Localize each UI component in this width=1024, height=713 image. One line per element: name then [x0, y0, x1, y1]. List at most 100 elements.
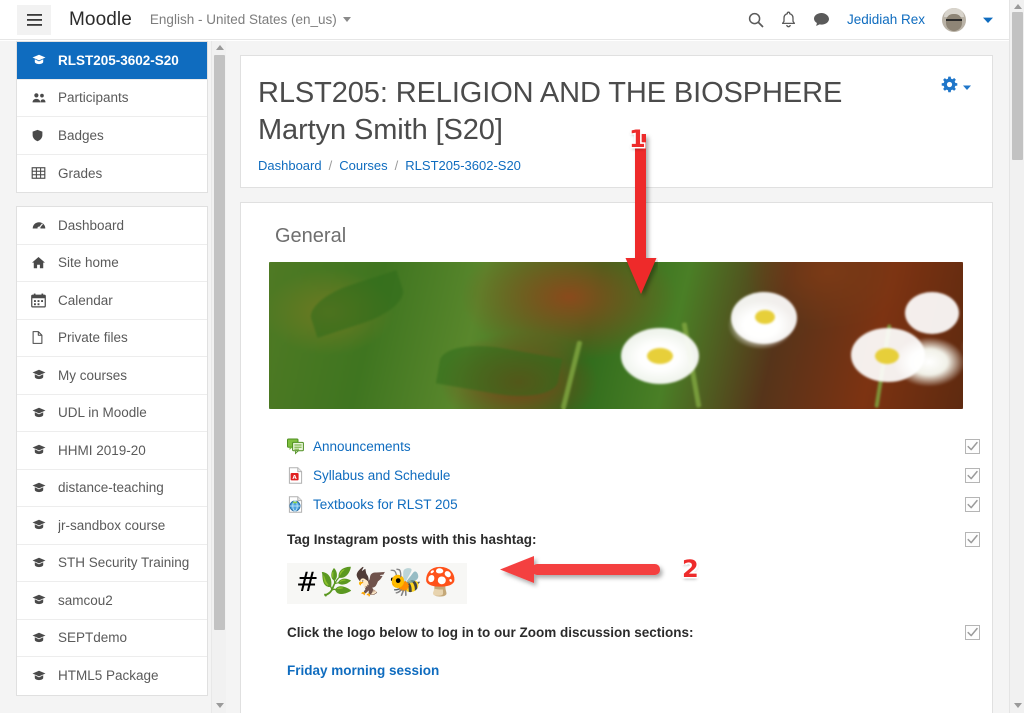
- sidebar-item-jr-sandbox-course[interactable]: jr-sandbox course: [17, 507, 207, 545]
- page-title: RLST205: RELIGION AND THE BIOSPHERE Mart…: [258, 77, 843, 146]
- language-selector[interactable]: English - United States (en_us): [150, 12, 351, 27]
- zoom-session-row: Friday morning session: [269, 656, 970, 685]
- activity-link-syllabus-and-schedule[interactable]: Syllabus and Schedule: [313, 468, 450, 483]
- page-scrollbar-thumb[interactable]: [1012, 12, 1023, 160]
- sidebar-item-calendar[interactable]: Calendar: [17, 282, 207, 320]
- calendar-icon: [31, 293, 49, 308]
- page-scrollbar[interactable]: [1009, 0, 1024, 713]
- activity-row-textbooks-for-rlst-205: Textbooks for RLST 205: [269, 490, 980, 519]
- sidebar-item-label: My courses: [58, 367, 128, 383]
- graduation-cap-icon: [31, 481, 49, 495]
- user-name-link[interactable]: Jedidiah Rex: [847, 12, 925, 27]
- sidebar-item-label: Private files: [58, 330, 128, 346]
- scroll-up-arrow-icon[interactable]: [216, 45, 224, 50]
- completion-checkbox[interactable]: [965, 497, 980, 512]
- chevron-down-icon: [342, 17, 351, 22]
- graduation-cap-icon: [31, 556, 49, 570]
- sidebar-scrollbar-thumb[interactable]: [214, 55, 225, 630]
- completion-checkbox[interactable]: [965, 532, 980, 547]
- sidebar-scrollbar[interactable]: [211, 41, 226, 713]
- breadcrumb-item-1[interactable]: Courses: [339, 158, 387, 173]
- graduation-cap-icon: [31, 669, 49, 683]
- sidebar-item-html5-package[interactable]: HTML5 Package: [17, 657, 207, 695]
- page-scroll-down-arrow-icon[interactable]: [1014, 703, 1022, 708]
- sidebar-item-sth-security-training[interactable]: STH Security Training: [17, 545, 207, 582]
- hashtag-label: Tag Instagram posts with this hashtag:: [287, 532, 537, 547]
- sidebar-item-site-home[interactable]: Site home: [17, 245, 207, 282]
- annotation-number-2: 2: [682, 555, 699, 583]
- graduation-cap-icon: [31, 518, 49, 532]
- sidebar-item-label: samcou2: [58, 592, 113, 608]
- course-header-card: RLST205: RELIGION AND THE BIOSPHERE Mart…: [240, 55, 993, 188]
- sidebar-item-samcou2[interactable]: samcou2: [17, 582, 207, 620]
- annotation-number-1: 1: [629, 125, 646, 153]
- sidebar-item-label: Participants: [58, 90, 129, 106]
- graduation-cap-icon: [31, 593, 49, 607]
- sidebar-item-badges[interactable]: Badges: [17, 117, 207, 155]
- pdf-file-icon: A: [287, 467, 304, 484]
- breadcrumb-item-2[interactable]: RLST205-3602-S20: [405, 158, 521, 173]
- zoom-sessions-block: Click the logo below to log in to our Zo…: [269, 618, 980, 685]
- graduation-cap-icon: [31, 406, 49, 420]
- sidebar-item-label: Calendar: [58, 292, 113, 308]
- hamburger-menu-icon[interactable]: [17, 4, 51, 35]
- sidebar-item-rlst205-3602-s20[interactable]: RLST205-3602-S20: [17, 42, 207, 80]
- activity-link-textbooks-for-rlst-205[interactable]: Textbooks for RLST 205: [313, 497, 458, 512]
- brand-logo[interactable]: Moodle: [69, 9, 132, 31]
- course-content-card: General Announcements A Syllabus and Sch…: [240, 202, 993, 713]
- hashtag-value: #🌿🦅🐝🍄: [287, 563, 468, 604]
- course-settings-menu[interactable]: [941, 76, 971, 98]
- breadcrumb-item-0[interactable]: Dashboard: [258, 158, 322, 173]
- sidebar-group-1: Dashboard Site home Calendar Private file…: [16, 206, 208, 696]
- page-scroll-up-arrow-icon[interactable]: [1014, 4, 1022, 9]
- activity-list: Announcements A Syllabus and Schedule Te…: [269, 432, 980, 713]
- sidebar-item-private-files[interactable]: Private files: [17, 320, 207, 357]
- completion-checkbox[interactable]: [965, 468, 980, 483]
- sidebar-item-label: Badges: [58, 127, 104, 143]
- sidebar-item-hhmi-2019-20[interactable]: HHMI 2019-20: [17, 432, 207, 470]
- sidebar-item-my-courses[interactable]: My courses: [17, 357, 207, 395]
- activity-link-announcements[interactable]: Announcements: [313, 439, 411, 454]
- sidebar-item-label: distance-teaching: [58, 480, 164, 496]
- graduation-cap-icon: [31, 368, 49, 382]
- search-icon[interactable]: [748, 12, 764, 28]
- completion-checkbox[interactable]: [965, 439, 980, 454]
- sidebar-item-distance-teaching[interactable]: distance-teaching: [17, 470, 207, 507]
- gear-icon[interactable]: [941, 76, 958, 98]
- left-sidebar: RLST205-3602-S20 Participants Badges Grad…: [0, 41, 226, 713]
- sidebar-item-septdemo[interactable]: SEPTdemo: [17, 620, 207, 657]
- chat-bubble-icon[interactable]: [813, 12, 830, 27]
- sidebar-item-label: Dashboard: [58, 217, 125, 233]
- gear-chevron-down-icon[interactable]: [963, 78, 971, 96]
- sidebar-item-label: UDL in Moodle: [58, 405, 147, 421]
- sidebar-item-dashboard[interactable]: Dashboard: [17, 207, 207, 245]
- language-label: English - United States (en_us): [149, 12, 337, 27]
- user-avatar[interactable]: [942, 7, 966, 32]
- sidebar-item-participants[interactable]: Participants: [17, 80, 207, 117]
- graduation-cap-icon: [31, 631, 49, 645]
- user-menu-chevron-down-icon[interactable]: [983, 11, 993, 29]
- graduation-cap-icon: [31, 53, 49, 67]
- zoom-session-link[interactable]: Friday morning session: [287, 663, 439, 678]
- bell-icon[interactable]: [781, 11, 796, 28]
- course-banner-photo-daisies: [269, 262, 963, 409]
- completion-checkbox[interactable]: [965, 625, 980, 640]
- avatar-glasses: [946, 18, 962, 23]
- zoom-label-row: Click the logo below to log in to our Zo…: [269, 618, 980, 647]
- sidebar-item-label: HHMI 2019-20: [58, 442, 146, 458]
- dashboard-icon: [31, 218, 49, 232]
- url-globe-icon: [287, 496, 304, 513]
- scroll-down-arrow-icon[interactable]: [216, 703, 224, 708]
- hashtag-activity-block: Tag Instagram posts with this hashtag: #…: [269, 525, 980, 604]
- sidebar-item-label: Grades: [58, 165, 103, 181]
- sidebar-group-0: RLST205-3602-S20 Participants Badges Grad…: [16, 41, 208, 193]
- forum-icon: [287, 438, 304, 455]
- sidebar-item-label: STH Security Training: [58, 555, 190, 571]
- table-icon: [31, 166, 49, 180]
- sidebar-item-grades[interactable]: Grades: [17, 155, 207, 193]
- breadcrumb: Dashboard / Courses / RLST205-3602-S20: [258, 158, 970, 173]
- zoom-label: Click the logo below to log in to our Zo…: [287, 625, 694, 640]
- activity-row-announcements: Announcements: [269, 432, 980, 461]
- breadcrumb-separator: /: [328, 158, 333, 173]
- sidebar-item-udl-in-moodle[interactable]: UDL in Moodle: [17, 395, 207, 432]
